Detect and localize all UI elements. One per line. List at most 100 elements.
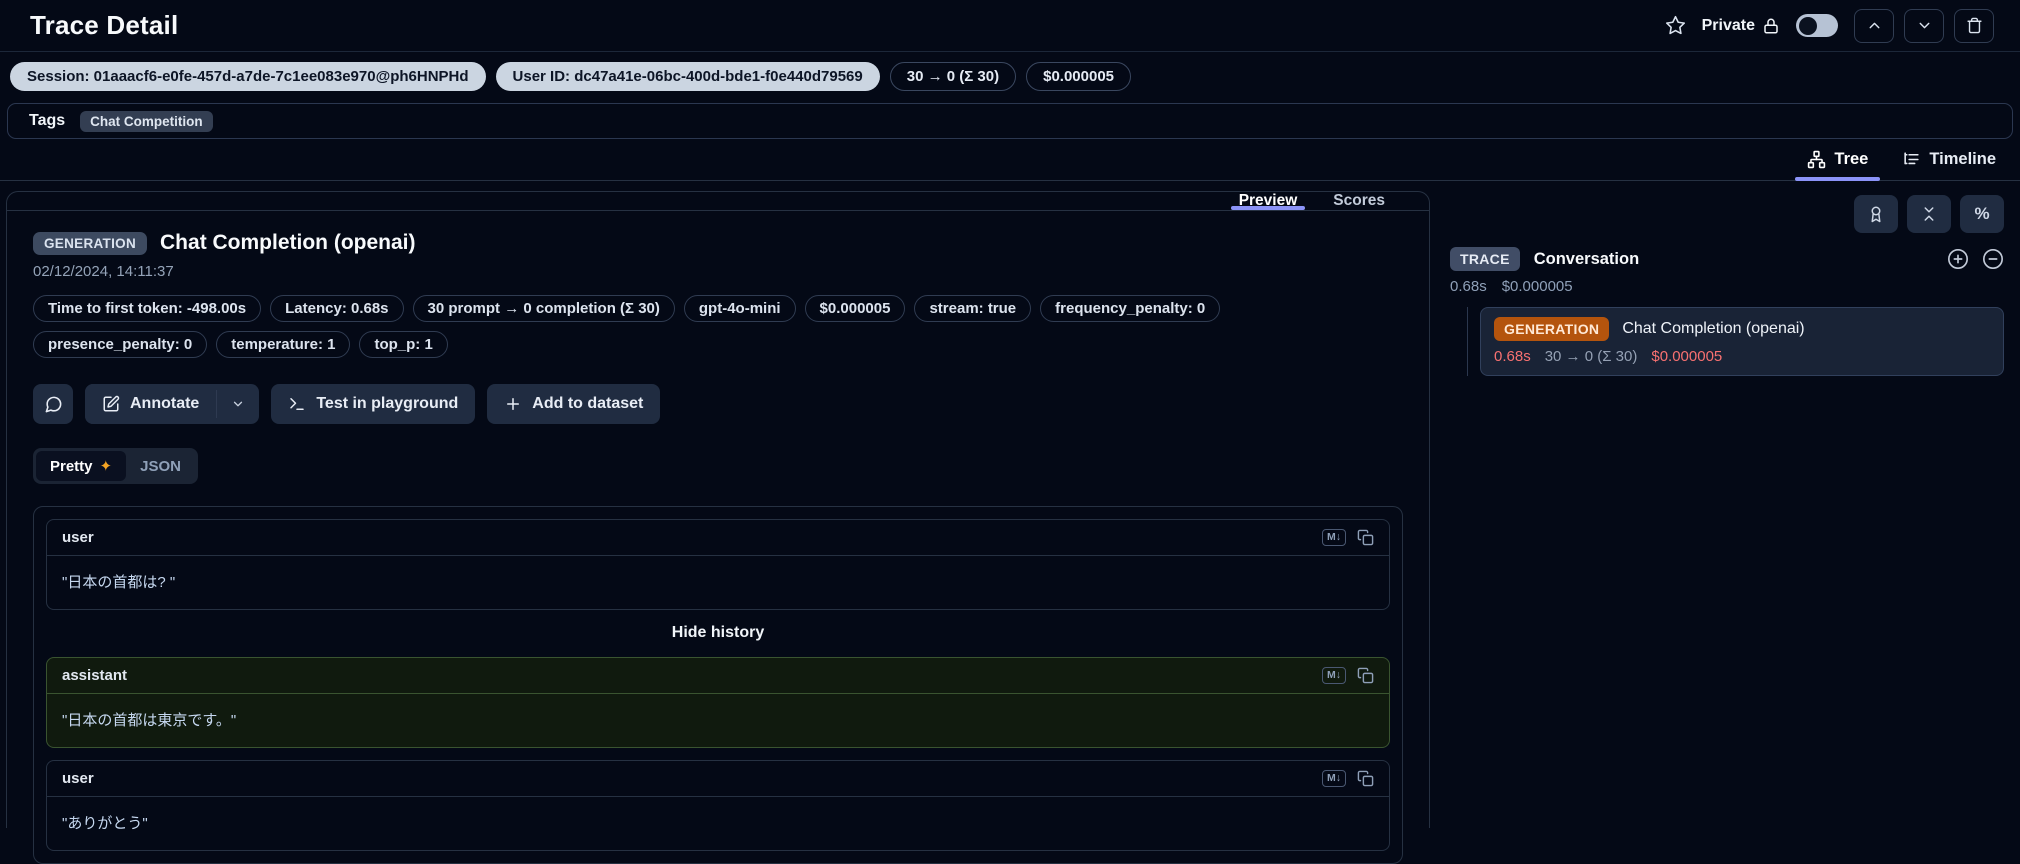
message-card-assistant: assistant M↓ "日本の首都は東京です。" xyxy=(46,657,1390,749)
message-content: "日本の首都は? " xyxy=(62,574,176,592)
generation-node-title: Chat Completion (openai) xyxy=(1622,320,1805,337)
lock-icon xyxy=(1762,17,1780,35)
tag-chat-competition[interactable]: Chat Competition xyxy=(80,110,213,132)
trace-title: Conversation xyxy=(1533,249,1640,268)
observation-timestamp: 02/12/2024, 14:11:37 xyxy=(33,263,174,280)
bookmark-star-button[interactable] xyxy=(1665,15,1686,36)
generation-latency: 0.68s xyxy=(1494,348,1531,365)
terminal-icon xyxy=(288,395,306,413)
tags-container: Tags Chat Competition xyxy=(7,103,2013,139)
user-id-badge[interactable]: User ID: dc47a41e-06bc-400d-bde1-f0e440d… xyxy=(495,62,880,91)
annotate-button[interactable]: Annotate xyxy=(85,384,217,424)
generation-tokens: 30 → 0 (Σ 30) xyxy=(1544,348,1638,365)
tab-scores[interactable]: Scores xyxy=(1319,192,1399,210)
chevron-down-icon xyxy=(1916,17,1933,34)
tab-tree[interactable]: Tree xyxy=(1795,139,1881,181)
tree-expand-controls xyxy=(1947,248,2004,270)
meta-badge-row: Session: 01aaacf6-e0fe-457d-a7de-7c1ee08… xyxy=(0,52,2020,101)
next-trace-button[interactable] xyxy=(1904,8,1944,43)
public-toggle[interactable] xyxy=(1796,14,1838,37)
message-card-user-2: user M↓ "ありがとう" xyxy=(46,760,1390,852)
add-to-dataset-label: Add to dataset xyxy=(532,395,644,412)
hide-history-button[interactable]: Hide history xyxy=(46,610,1390,657)
metric-badge-tokens: 30 prompt → 0 completion (Σ 30) xyxy=(412,295,675,322)
circle-minus-icon xyxy=(1982,248,2004,270)
split-divider xyxy=(216,390,218,418)
scores-toggle-button[interactable] xyxy=(1854,195,1898,233)
add-to-dataset-button[interactable]: Add to dataset xyxy=(487,384,661,424)
tags-label: Tags xyxy=(29,112,66,129)
copy-button[interactable] xyxy=(1357,529,1374,546)
copy-icon xyxy=(1357,770,1374,787)
copy-icon xyxy=(1357,529,1374,546)
expand-all-button[interactable] xyxy=(1947,248,1969,270)
tab-timeline[interactable]: Timeline xyxy=(1890,139,2008,180)
message-header: user M↓ xyxy=(47,761,1389,798)
top-bar: Trace Detail Private xyxy=(0,0,2020,52)
collapse-all-button[interactable] xyxy=(1907,195,1951,233)
markdown-toggle-icon[interactable]: M↓ xyxy=(1322,770,1346,788)
test-in-playground-button[interactable]: Test in playground xyxy=(271,384,476,424)
collapse-tree-button[interactable] xyxy=(1982,248,2004,270)
annotate-dropdown-button[interactable] xyxy=(217,384,259,424)
message-header-icons: M↓ xyxy=(1322,667,1374,685)
metric-badge-frequency-penalty: frequency_penalty: 0 xyxy=(1040,295,1221,322)
format-toggle: Pretty ✦ JSON xyxy=(33,448,198,484)
nav-buttons xyxy=(1854,8,1994,43)
copy-button[interactable] xyxy=(1357,770,1374,787)
pretty-label: Pretty xyxy=(50,457,93,475)
metric-badge-ttft: Time to first token: -498.00s xyxy=(33,295,262,322)
sparkles-icon: ✦ xyxy=(99,458,113,475)
metric-badge-temperature: temperature: 1 xyxy=(216,331,351,358)
chevron-up-icon xyxy=(1866,17,1883,34)
format-json-button[interactable]: JSON xyxy=(126,451,195,481)
metric-badge-presence-penalty: presence_penalty: 0 xyxy=(33,331,208,358)
top-actions: Private xyxy=(1665,8,1994,43)
metric-badge-model[interactable]: gpt-4o-mini xyxy=(683,295,796,322)
message-header-icons: M↓ xyxy=(1322,529,1374,547)
message-content: "ありがとう" xyxy=(62,815,148,833)
generation-node-metrics: 0.68s 30 → 0 (Σ 30) $0.000005 xyxy=(1494,348,1990,365)
metric-badge-cost: $0.000005 xyxy=(804,295,906,322)
award-icon xyxy=(1867,205,1885,223)
generation-type-badge: GENERATION xyxy=(1494,317,1610,341)
observation-detail: GENERATION Chat Completion (openai) 02/1… xyxy=(7,211,1429,864)
message-header-icons: M↓ xyxy=(1322,770,1374,788)
comment-bubble-icon xyxy=(44,395,63,414)
format-pretty-button[interactable]: Pretty ✦ xyxy=(36,451,127,481)
tab-preview[interactable]: Preview xyxy=(1225,192,1312,210)
tab-tree-label: Tree xyxy=(1834,150,1869,168)
session-badge[interactable]: Session: 01aaacf6-e0fe-457d-a7de-7c1ee08… xyxy=(10,62,486,91)
message-header: user M↓ xyxy=(47,520,1389,557)
workspace: Preview Scores GENERATION Chat Completio… xyxy=(0,181,2020,864)
percent-icon: % xyxy=(1974,204,1990,223)
observation-type-badge: GENERATION xyxy=(33,231,148,255)
timeline-icon xyxy=(1902,150,1921,169)
delete-trace-button[interactable] xyxy=(1954,8,1994,43)
token-usage-badge: 30 → 0 (Σ 30) xyxy=(889,62,1017,91)
markdown-toggle-icon[interactable]: M↓ xyxy=(1322,529,1346,547)
message-content: "日本の首都は東京です。" xyxy=(62,712,237,730)
comment-button[interactable] xyxy=(33,384,73,424)
toggle-knob xyxy=(1799,16,1817,35)
message-role: user xyxy=(62,770,94,788)
copy-button[interactable] xyxy=(1357,667,1374,684)
trace-latency: 0.68s xyxy=(1450,278,1487,295)
tree-children: GENERATION Chat Completion (openai) 0.68… xyxy=(1467,307,2004,376)
generation-node-selected[interactable]: GENERATION Chat Completion (openai) 0.68… xyxy=(1480,307,2004,376)
message-header: assistant M↓ xyxy=(47,658,1389,695)
prev-trace-button[interactable] xyxy=(1854,8,1894,43)
trash-icon xyxy=(1966,17,1983,34)
metrics-toggle-button[interactable]: % xyxy=(1960,195,2004,233)
observation-metric-badges: Time to first token: -498.00s Latency: 0… xyxy=(33,295,1373,358)
privacy-label: Private xyxy=(1701,16,1755,34)
trace-root-node[interactable]: TRACE Conversation xyxy=(1450,247,2004,271)
markdown-toggle-icon[interactable]: M↓ xyxy=(1322,667,1346,685)
preview-panel-tabs: Preview Scores xyxy=(7,192,1429,211)
star-icon xyxy=(1665,15,1686,36)
trace-cost: $0.000005 xyxy=(1501,278,1573,295)
message-role: user xyxy=(62,529,94,547)
annotate-pen-icon xyxy=(102,395,120,413)
trace-detail-page: Trace Detail Private Session: 01aaacf6-e… xyxy=(0,0,2020,864)
observation-actions: Annotate Test in playground Add to datas… xyxy=(33,384,1401,424)
